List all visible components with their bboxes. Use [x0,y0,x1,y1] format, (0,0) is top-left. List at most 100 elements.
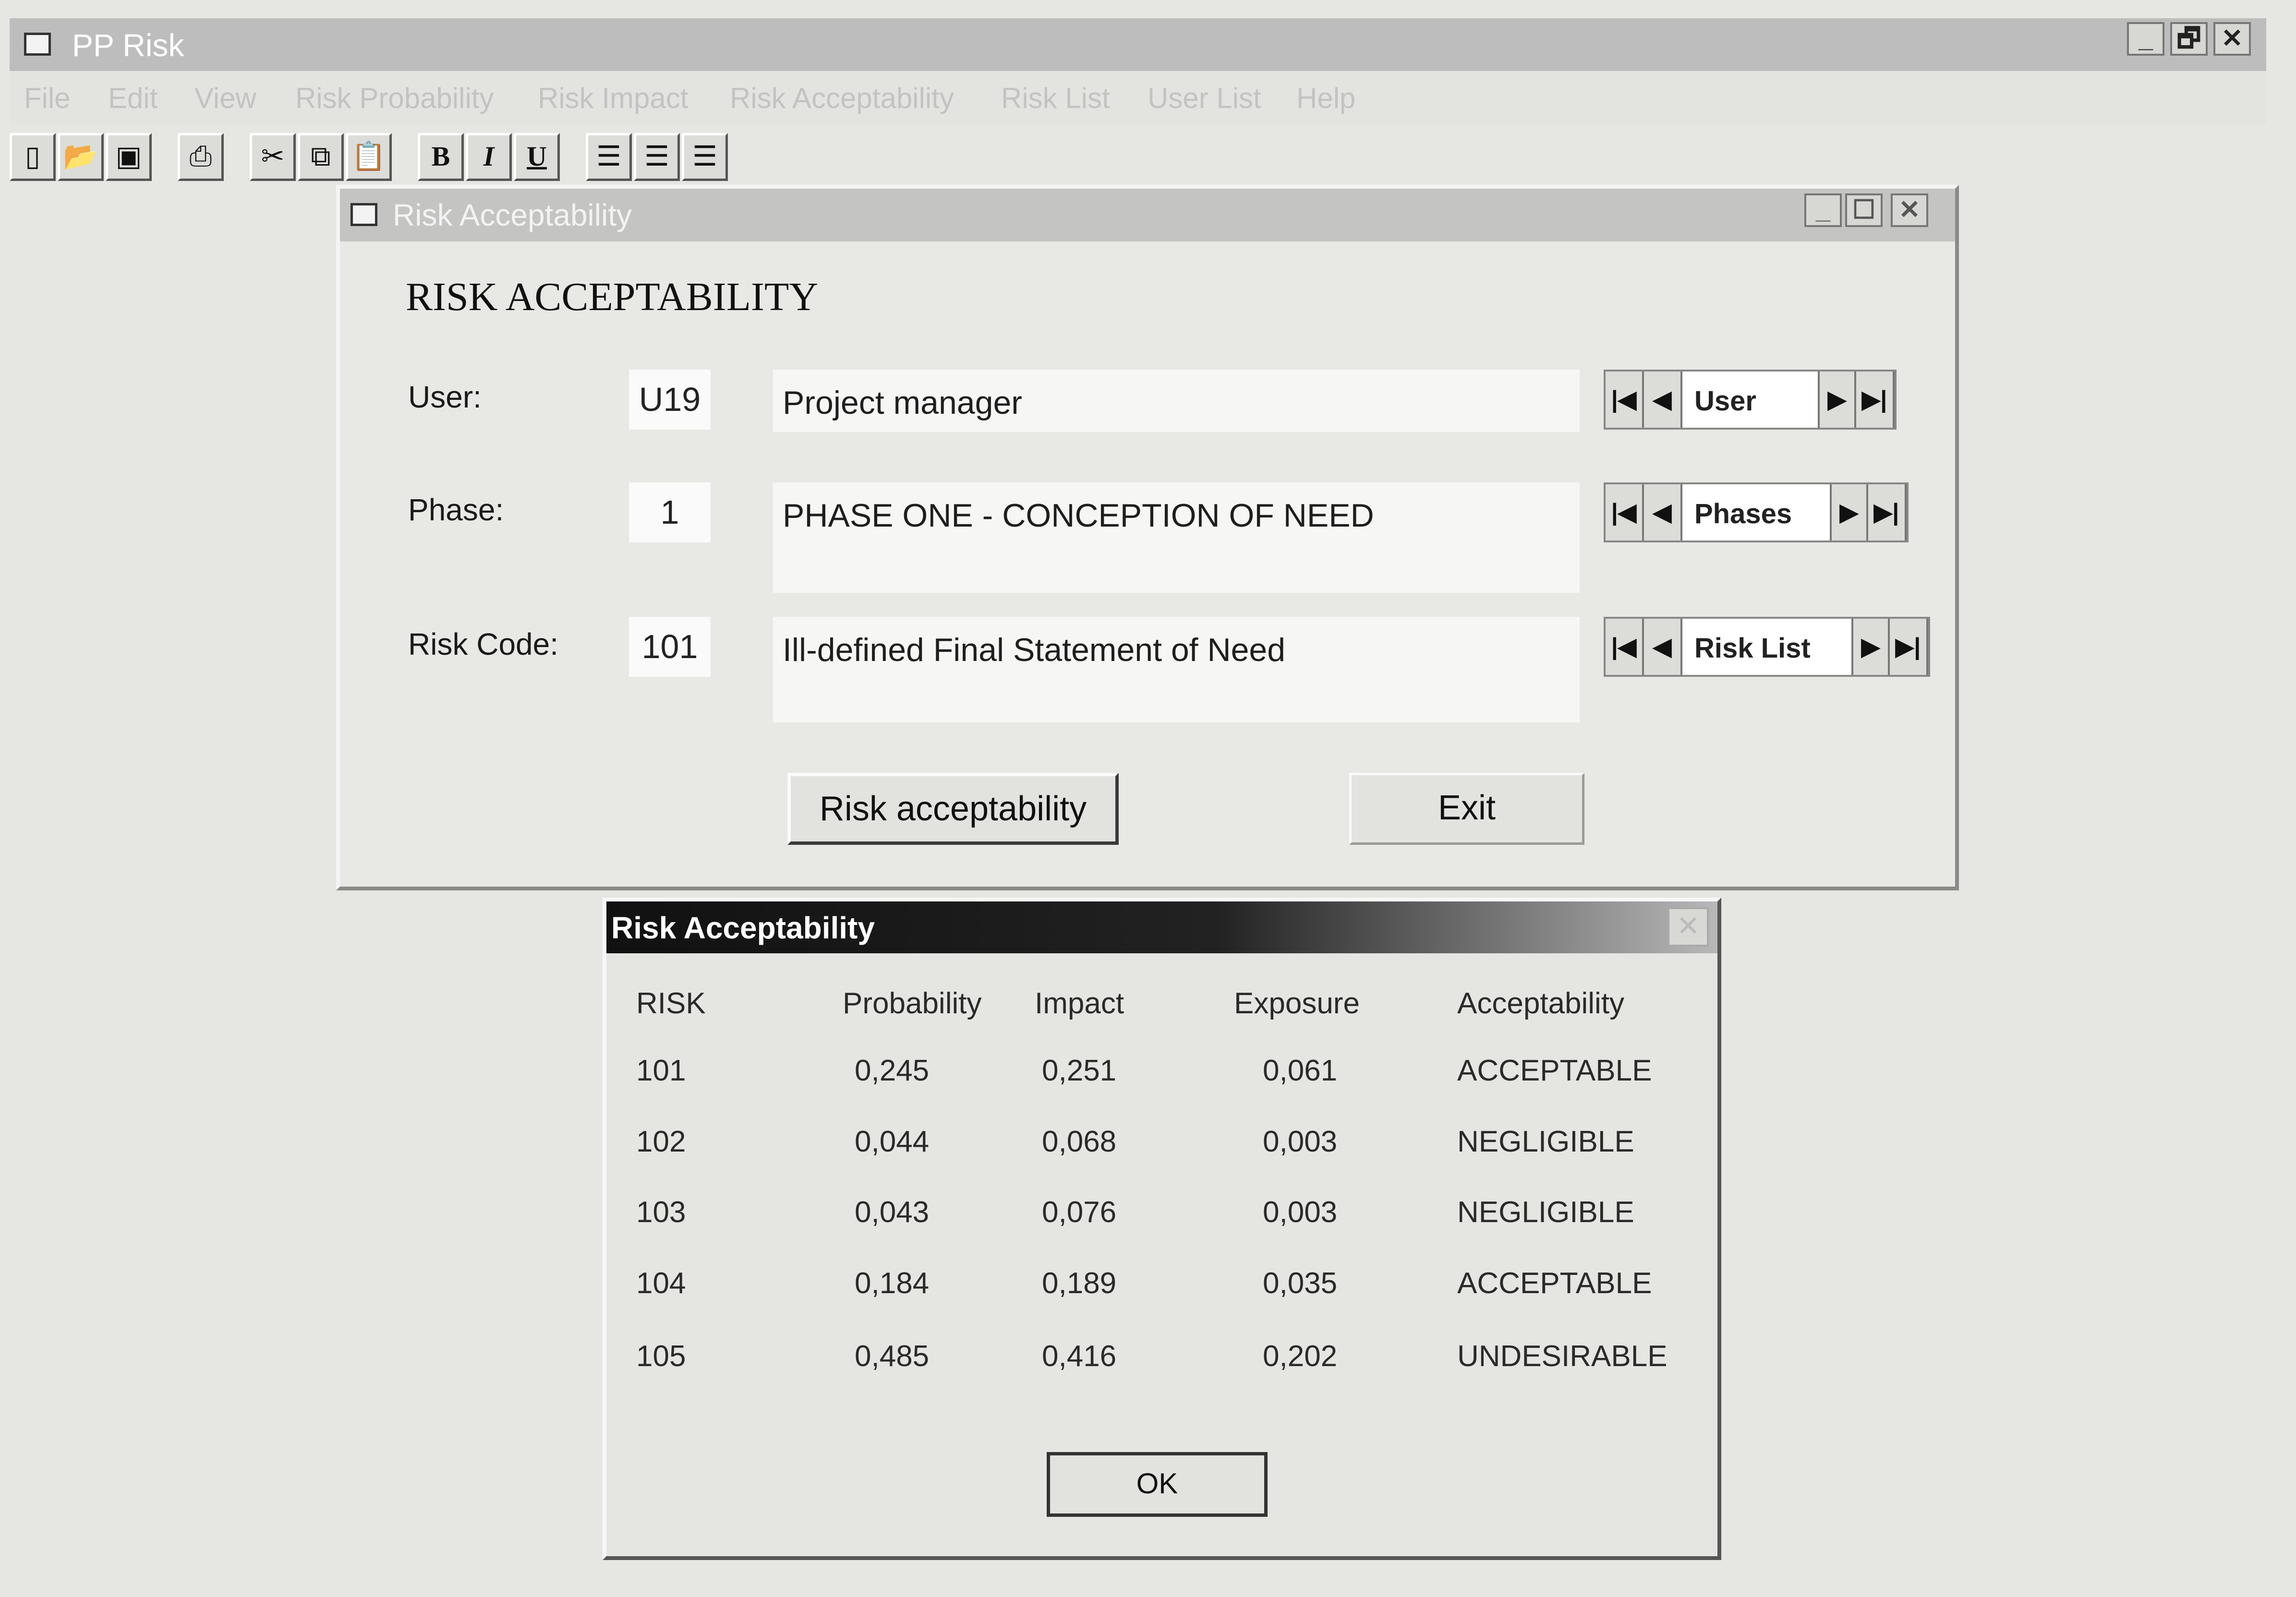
column-header-probability: Probability [843,987,982,1020]
menu-edit[interactable]: Edit [108,82,157,115]
cell-exposure: 0,003 [1263,1125,1338,1158]
column-header-risk: RISK [636,987,706,1020]
cell-risk: 103 [636,1196,686,1229]
cut-icon[interactable]: ✂ [250,133,296,181]
risk-prev-button[interactable]: ◀ [1644,619,1682,675]
menu-risk-list[interactable]: Risk List [1001,82,1110,115]
phase-prev-button[interactable]: ◀ [1644,484,1682,540]
cell-probability: 0,044 [855,1125,930,1158]
print-icon[interactable]: ⎙ [178,133,224,181]
italic-button[interactable]: I [466,133,512,181]
dialog-title-bar[interactable]: Risk Acceptability ✕ [606,901,1717,953]
column-header-impact: Impact [1035,987,1124,1020]
form-heading: RISK ACCEPTABILITY [406,275,818,319]
menu-file[interactable]: File [24,82,71,115]
form-close-button[interactable]: ✕ [1891,193,1928,227]
restore-button[interactable]: 🗗 [2170,22,2208,56]
phase-code-field[interactable]: 1 [629,482,711,542]
phase-last-button[interactable]: ▶| [1868,484,1907,540]
exit-button[interactable]: Exit [1349,773,1584,845]
user-prev-button[interactable]: ◀ [1644,372,1682,428]
minimize-button[interactable]: _ [2127,22,2164,56]
app-title: PP Risk [72,27,184,63]
form-minimize-button[interactable]: _ [1804,193,1842,227]
menu-risk-acceptability[interactable]: Risk Acceptability [730,82,954,115]
cell-impact: 0,251 [1042,1054,1117,1087]
cell-probability: 0,043 [855,1196,930,1229]
phase-label: Phase: [408,492,504,527]
phase-description-field[interactable]: PHASE ONE - CONCEPTION OF NEED [773,482,1580,593]
user-first-button[interactable]: |◀ [1606,372,1644,428]
phase-navigator-caption: Phases [1694,498,1792,529]
bold-button[interactable]: B [418,133,464,181]
cell-probability: 0,184 [855,1267,930,1300]
ok-button[interactable]: OK [1047,1452,1268,1517]
risk-last-button[interactable]: ▶| [1890,619,1928,675]
close-button[interactable]: ✕ [2213,22,2251,56]
column-header-acceptability: Acceptability [1457,987,1625,1020]
cell-probability: 0,485 [855,1340,930,1373]
menu-help[interactable]: Help [1296,82,1355,115]
form-title-bar[interactable]: Risk Acceptability _ ☐ ✕ [340,189,1955,241]
cell-probability: 0,245 [855,1054,930,1087]
phase-next-button[interactable]: ▶ [1830,484,1868,540]
menu-bar: File Edit View Risk Probability Risk Imp… [10,72,2266,125]
menu-risk-probability[interactable]: Risk Probability [295,82,494,115]
dialog-title: Risk Acceptability [611,911,875,945]
table-row: 103 0,043 0,076 0,003 NEGLIGIBLE [629,1195,1685,1238]
cell-risk: 105 [636,1340,686,1373]
user-last-button[interactable]: ▶| [1856,372,1895,428]
align-center-icon[interactable]: ☰ [634,133,680,181]
user-label: User: [408,380,482,414]
table-row: 101 0,245 0,251 0,061 ACCEPTABLE [629,1054,1685,1097]
form-maximize-button[interactable]: ☐ [1845,193,1883,227]
paste-icon[interactable]: 📋 [346,133,392,181]
cell-impact: 0,189 [1042,1267,1117,1300]
cell-risk: 104 [636,1267,686,1300]
underline-button[interactable]: U [514,133,560,181]
cell-exposure: 0,003 [1263,1196,1338,1229]
app-window-icon [24,33,51,56]
cell-exposure: 0,035 [1263,1267,1338,1300]
cell-acceptability: ACCEPTABLE [1457,1054,1652,1087]
user-code-field[interactable]: U19 [629,370,711,430]
form-window-icon [350,203,377,226]
new-file-icon[interactable]: ▯ [10,133,56,181]
risk-navigator-caption: Risk List [1694,633,1811,664]
cell-exposure: 0,202 [1263,1340,1338,1373]
risk-first-button[interactable]: |◀ [1606,619,1644,675]
risk-code-label: Risk Code: [408,627,558,661]
cell-risk: 101 [636,1054,686,1087]
align-left-icon[interactable]: ☰ [586,133,632,181]
risk-code-field[interactable]: 101 [629,617,711,677]
user-navigator: |◀ ◀ User ▶ ▶| [1604,370,1897,430]
risk-acceptability-button[interactable]: Risk acceptability [787,773,1119,845]
column-header-exposure: Exposure [1234,987,1360,1020]
user-next-button[interactable]: ▶ [1818,372,1856,428]
dialog-close-button[interactable]: ✕ [1668,907,1709,947]
risk-navigator: |◀ ◀ Risk List ▶ ▶| [1604,617,1930,677]
cell-acceptability: ACCEPTABLE [1457,1267,1652,1300]
save-icon[interactable]: ▣ [106,133,152,181]
cell-acceptability: NEGLIGIBLE [1457,1196,1634,1229]
toolbar: ▯ 📂 ▣ ⎙ ✂ ⧉ 📋 B I U ☰ ☰ ☰ [10,127,2266,190]
copy-icon[interactable]: ⧉ [298,133,344,181]
user-description-field[interactable]: Project manager [773,370,1580,432]
app-title-bar[interactable]: PP Risk _ 🗗 ✕ [10,18,2266,71]
table-row: 104 0,184 0,189 0,035 ACCEPTABLE [629,1266,1685,1309]
risk-description-field[interactable]: Ill-defined Final Statement of Need [773,617,1580,722]
cell-impact: 0,076 [1042,1196,1117,1229]
open-folder-icon[interactable]: 📂 [58,133,104,181]
cell-acceptability: UNDESIRABLE [1457,1340,1668,1373]
phase-navigator: |◀ ◀ Phases ▶ ▶| [1604,482,1909,542]
menu-risk-impact[interactable]: Risk Impact [538,82,688,115]
cell-exposure: 0,061 [1263,1054,1338,1087]
cell-acceptability: NEGLIGIBLE [1457,1125,1634,1158]
form-title: Risk Acceptability [393,198,632,232]
menu-user-list[interactable]: User List [1148,82,1261,115]
align-right-icon[interactable]: ☰ [682,133,728,181]
table-row: 102 0,044 0,068 0,003 NEGLIGIBLE [629,1125,1685,1168]
phase-first-button[interactable]: |◀ [1606,484,1644,540]
menu-view[interactable]: View [194,82,256,115]
risk-next-button[interactable]: ▶ [1851,619,1890,675]
